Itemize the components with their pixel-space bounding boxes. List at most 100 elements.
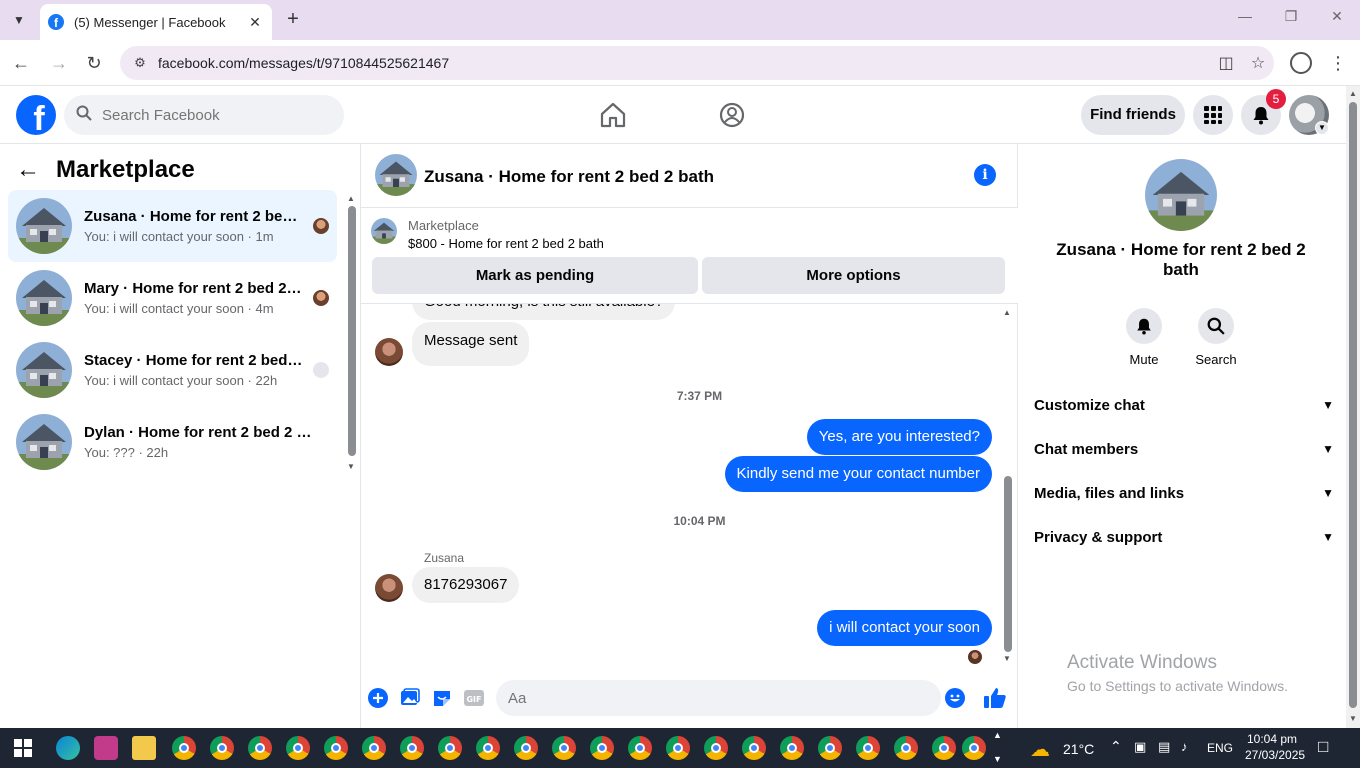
chat-avatar[interactable] xyxy=(375,154,417,196)
reload-icon[interactable]: ↻ xyxy=(83,52,105,74)
restore-icon[interactable]: ❐ xyxy=(1276,8,1306,25)
chrome-profile-icon[interactable] xyxy=(324,736,348,760)
activate-windows-watermark: Activate Windows Go to Settings to activ… xyxy=(1067,652,1288,694)
sender-avatar[interactable] xyxy=(375,338,403,366)
forward-icon[interactable]: → xyxy=(48,52,70,74)
chrome-profile-icon[interactable] xyxy=(552,736,576,760)
chat-members-row[interactable]: Chat members ▼ xyxy=(1034,437,1334,461)
facebook-search[interactable] xyxy=(64,95,344,135)
home-icon[interactable] xyxy=(598,100,628,130)
conversation-item-dylan[interactable]: Dylan · Home for rent 2 bed 2 bath You: … xyxy=(8,406,337,478)
facebook-search-input[interactable] xyxy=(102,106,322,124)
listing-thumbnail[interactable] xyxy=(371,218,397,244)
chrome-profile-icon[interactable] xyxy=(628,736,652,760)
groups-icon[interactable] xyxy=(717,100,747,130)
input-language[interactable]: ENG xyxy=(1207,741,1233,755)
page-scrollbar[interactable]: ▲ ▼ xyxy=(1346,86,1360,728)
tab-close-icon[interactable]: ✕ xyxy=(246,14,264,31)
chrome-profile-icon[interactable] xyxy=(248,736,272,760)
sticker-icon[interactable] xyxy=(432,688,452,708)
install-app-icon[interactable]: ◫ xyxy=(1210,53,1242,73)
paint-app-icon[interactable] xyxy=(94,736,118,760)
chrome-profile-icon[interactable] xyxy=(856,736,880,760)
clock-time[interactable]: 10:04 pm xyxy=(1247,732,1297,746)
gif-icon[interactable]: GIF xyxy=(464,688,484,708)
conversation-name: Stacey · Home for rent 2 bed 2 bath xyxy=(84,352,304,369)
chrome-profile-icon[interactable] xyxy=(514,736,538,760)
chrome-profile-icon[interactable] xyxy=(962,736,986,760)
notification-center-icon[interactable]: □ xyxy=(1318,737,1328,757)
windows-start-icon[interactable] xyxy=(14,739,32,757)
chrome-profile-icon[interactable] xyxy=(818,736,842,760)
thumbs-up-icon[interactable] xyxy=(983,686,1007,710)
chrome-profile-icon[interactable] xyxy=(286,736,310,760)
bookmark-star-icon[interactable]: ☆ xyxy=(1242,53,1274,73)
menu-grid-icon[interactable] xyxy=(1193,95,1233,135)
chat-scrollbar[interactable]: ▲ ▼ xyxy=(1003,308,1013,664)
chat-title[interactable]: Zusana · Home for rent 2 bed 2 bath xyxy=(424,167,714,187)
taskbar-scroll-down-icon[interactable]: ▼ xyxy=(993,754,1002,764)
add-attachment-icon[interactable] xyxy=(368,688,388,708)
minimize-icon[interactable]: — xyxy=(1230,8,1260,24)
chrome-profile-icon[interactable] xyxy=(210,736,234,760)
clock-date[interactable]: 27/03/2025 xyxy=(1245,748,1305,762)
sender-avatar[interactable] xyxy=(375,574,403,602)
chrome-profile-icon[interactable] xyxy=(742,736,766,760)
more-options-button[interactable]: More options xyxy=(702,257,1005,294)
chrome-profile-icon[interactable] xyxy=(704,736,728,760)
message-input[interactable] xyxy=(496,680,941,716)
browser-menu-icon[interactable]: ⋮ xyxy=(1328,52,1348,74)
mark-as-pending-button[interactable]: Mark as pending xyxy=(372,257,698,294)
mute-button[interactable]: Mute xyxy=(1114,308,1174,367)
browser-tab[interactable]: f (5) Messenger | Facebook ✕ xyxy=(40,4,272,40)
privacy-support-row[interactable]: Privacy & support ▼ xyxy=(1034,525,1334,549)
meet-now-icon[interactable]: ▣ xyxy=(1134,739,1146,755)
emoji-icon[interactable] xyxy=(945,688,965,708)
network-icon[interactable]: ▤ xyxy=(1158,739,1170,755)
back-arrow-icon[interactable]: ← xyxy=(16,156,46,184)
weather-icon[interactable]: ☁ xyxy=(1030,737,1050,762)
chrome-profile-icon[interactable] xyxy=(476,736,500,760)
address-bar[interactable]: ⚙ facebook.com/messages/t/97108445256214… xyxy=(120,46,1274,80)
details-avatar[interactable] xyxy=(1145,159,1217,231)
media-files-links-row[interactable]: Media, files and links ▼ xyxy=(1034,481,1334,505)
weather-temperature[interactable]: 21°C xyxy=(1063,741,1094,757)
chrome-profile-icon[interactable] xyxy=(666,736,690,760)
photo-icon[interactable] xyxy=(400,688,420,708)
volume-icon[interactable]: ♪ xyxy=(1181,739,1188,754)
account-chevron-icon[interactable]: ▼ xyxy=(1315,121,1329,135)
facebook-logo-icon[interactable]: f xyxy=(16,95,56,135)
show-hidden-icons-icon[interactable]: ⌃ xyxy=(1110,738,1122,755)
chrome-profile-icon[interactable] xyxy=(362,736,386,760)
chevron-down-icon: ▼ xyxy=(1322,442,1334,456)
conversation-preview: You: i will contact your soon · 22h xyxy=(84,373,278,388)
conversation-info-icon[interactable]: i xyxy=(974,164,996,186)
taskbar-scroll-up-icon[interactable]: ▲ xyxy=(993,730,1002,740)
back-icon[interactable]: ← xyxy=(10,52,32,74)
svg-text:GIF: GIF xyxy=(466,695,481,704)
url-text[interactable]: facebook.com/messages/t/9710844525621467 xyxy=(158,55,1210,71)
tab-search-menu-icon[interactable]: ▼ xyxy=(6,8,32,32)
find-friends-button[interactable]: Find friends xyxy=(1081,95,1185,135)
window-close-icon[interactable]: ✕ xyxy=(1322,8,1352,25)
listing-title[interactable]: $800 - Home for rent 2 bed 2 bath xyxy=(408,236,604,251)
chrome-profile-icon[interactable] xyxy=(780,736,804,760)
conversation-item-zusana[interactable]: Zusana · Home for rent 2 bed 2 bath You:… xyxy=(8,190,337,262)
edge-icon[interactable] xyxy=(56,736,80,760)
site-settings-icon[interactable]: ⚙ xyxy=(130,53,150,73)
chrome-profile-icon[interactable] xyxy=(400,736,424,760)
new-tab-icon[interactable]: + xyxy=(282,8,304,30)
chrome-icon[interactable] xyxy=(172,736,196,760)
customize-chat-row[interactable]: Customize chat ▼ xyxy=(1034,393,1334,417)
message-outgoing: Kindly send me your contact number xyxy=(724,456,992,492)
conversation-item-stacey[interactable]: Stacey · Home for rent 2 bed 2 bath You:… xyxy=(8,334,337,406)
conversation-list-scrollbar[interactable]: ▲ ▼ xyxy=(346,194,356,471)
chrome-profile-icon[interactable] xyxy=(438,736,462,760)
chrome-profile-icon[interactable] xyxy=(932,736,956,760)
file-explorer-icon[interactable] xyxy=(132,736,156,760)
browser-profile-icon[interactable] xyxy=(1290,52,1312,74)
chrome-profile-icon[interactable] xyxy=(894,736,918,760)
conversation-item-mary[interactable]: Mary · Home for rent 2 bed 2 bath You: i… xyxy=(8,262,337,334)
search-in-conversation-button[interactable]: Search xyxy=(1186,308,1246,367)
chrome-profile-icon[interactable] xyxy=(590,736,614,760)
